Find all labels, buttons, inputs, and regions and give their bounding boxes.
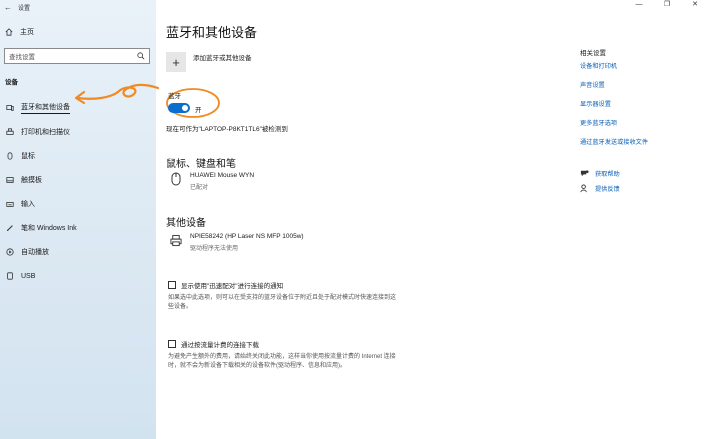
toggle-knob	[182, 105, 188, 111]
sidebar-item-autoplay[interactable]: 自动播放	[0, 240, 156, 264]
sidebar-item-label: 打印机和扫描仪	[21, 129, 70, 136]
back-arrow-icon[interactable]: ←	[4, 3, 12, 12]
sidebar-item-typing[interactable]: 输入	[0, 192, 156, 216]
device-name: NPIE58242 (HP Laser NS MFP 1005w)	[190, 233, 304, 240]
printer-icon	[170, 233, 182, 247]
main-panel: — ❐ ✕ 蓝牙和其他设备 + 添加蓝牙或其他设备 蓝牙 开 现在可作为"LAP…	[156, 0, 709, 439]
usb-icon	[6, 272, 14, 280]
window-title-bar: ← 设置	[0, 0, 156, 14]
annotation-arrow-icon	[74, 83, 160, 105]
mouse-section-title: 鼠标、键盘和笔	[166, 159, 236, 170]
give-feedback-label: 提供反馈	[595, 186, 620, 193]
help-chat-icon	[580, 170, 589, 177]
minimize-button[interactable]: —	[625, 0, 653, 12]
home-label: 主页	[20, 29, 34, 36]
bluetooth-devices-icon	[6, 104, 14, 112]
toggle-state-label: 开	[195, 107, 202, 114]
sidebar-item-touchpad[interactable]: 触摸板	[0, 168, 156, 192]
touchpad-icon	[6, 176, 14, 184]
bluetooth-toggle[interactable]	[168, 103, 190, 113]
discoverable-text: 现在可作为"LAPTOP-P8KT1TL6"被检测到	[166, 126, 288, 133]
checkbox-box	[168, 340, 176, 348]
search-input[interactable]: 查找设置	[4, 48, 150, 64]
window-controls: — ❐ ✕	[625, 0, 709, 12]
device-printer[interactable]: NPIE58242 (HP Laser NS MFP 1005w) 驱动程序无法…	[170, 233, 304, 252]
sidebar-item-label: 蓝牙和其他设备	[21, 102, 70, 114]
sidebar-item-label: 自动播放	[21, 249, 49, 256]
metered-download-description: 为避免产生额外的费用，请始终关闭此功能，这样当你使用按流量计费的 Interne…	[168, 354, 396, 369]
add-device-label: 添加蓝牙或其他设备	[193, 55, 252, 62]
sidebar-item-label: 触摸板	[21, 177, 42, 184]
sidebar-item-pen[interactable]: 笔和 Windows Ink	[0, 216, 156, 240]
add-device-button[interactable]: + 添加蓝牙或其他设备	[166, 52, 252, 72]
maximize-button[interactable]: ❐	[653, 0, 681, 12]
link-send-receive-files[interactable]: 通过蓝牙发送或接收文件	[580, 137, 648, 146]
mouse-icon	[170, 172, 182, 186]
get-help-link[interactable]: 获取帮助	[580, 169, 620, 178]
link-sound-settings[interactable]: 声音设置	[580, 80, 605, 89]
swift-pair-description: 如果选中此选项，则可以在受支持的蓝牙设备位于附近且处于配对模式时快速连接到这些设…	[168, 295, 397, 310]
link-more-bluetooth[interactable]: 更多蓝牙选项	[580, 118, 617, 127]
autoplay-icon	[6, 248, 14, 256]
feedback-icon	[580, 184, 587, 193]
swift-pair-checkbox[interactable]: 显示使用"迅速配对"进行连接的通知	[168, 280, 283, 290]
search-placeholder: 查找设置	[9, 54, 35, 61]
link-devices-printers[interactable]: 设备和打印机	[580, 61, 617, 70]
metered-download-checkbox[interactable]: 通过按流量计费的连接下载	[168, 339, 259, 349]
pen-icon	[6, 224, 14, 232]
link-display-settings[interactable]: 显示器设置	[580, 99, 611, 108]
swift-pair-label: 显示使用"迅速配对"进行连接的通知	[181, 283, 284, 290]
section-label-devices: 设备	[5, 79, 18, 86]
sidebar-nav: 蓝牙和其他设备 打印机和扫描仪 鼠标 触摸板 输入 笔和 Windows Ink…	[0, 96, 156, 288]
page-title: 蓝牙和其他设备	[166, 25, 258, 40]
sidebar-item-label: USB	[21, 272, 36, 280]
sidebar-item-label: 输入	[21, 201, 35, 208]
search-icon	[137, 52, 145, 60]
device-status: 已配对	[190, 185, 209, 191]
sidebar-item-usb[interactable]: USB	[0, 264, 156, 288]
give-feedback-link[interactable]: 提供反馈	[580, 184, 620, 193]
sidebar-item-mouse[interactable]: 鼠标	[0, 144, 156, 168]
get-help-label: 获取帮助	[595, 171, 620, 178]
home-link[interactable]: 主页	[5, 27, 34, 37]
device-mouse[interactable]: HUAWEI Mouse WYN 已配对	[170, 172, 254, 191]
printer-icon	[6, 128, 14, 136]
bluetooth-label: 蓝牙	[168, 93, 181, 100]
mouse-icon	[6, 152, 14, 160]
window-title: 设置	[18, 5, 31, 12]
checkbox-box	[168, 281, 176, 289]
plus-icon: +	[166, 52, 186, 72]
home-icon	[5, 28, 13, 36]
sidebar-item-label: 鼠标	[21, 153, 35, 160]
metered-download-label: 通过按流量计费的连接下载	[181, 342, 259, 349]
sidebar-item-label: 笔和 Windows Ink	[21, 225, 77, 232]
sidebar-item-printers[interactable]: 打印机和扫描仪	[0, 120, 156, 144]
device-status: 驱动程序无法使用	[190, 246, 239, 252]
keyboard-icon	[6, 200, 14, 208]
sidebar: ← 设置 主页 查找设置 设备 蓝牙和其他设备 打印机和扫描仪 鼠标 触摸板 输…	[0, 0, 160, 439]
related-settings-title: 相关设置	[580, 50, 606, 57]
close-button[interactable]: ✕	[681, 0, 709, 12]
other-section-title: 其他设备	[166, 218, 206, 229]
device-name: HUAWEI Mouse WYN	[190, 172, 255, 179]
